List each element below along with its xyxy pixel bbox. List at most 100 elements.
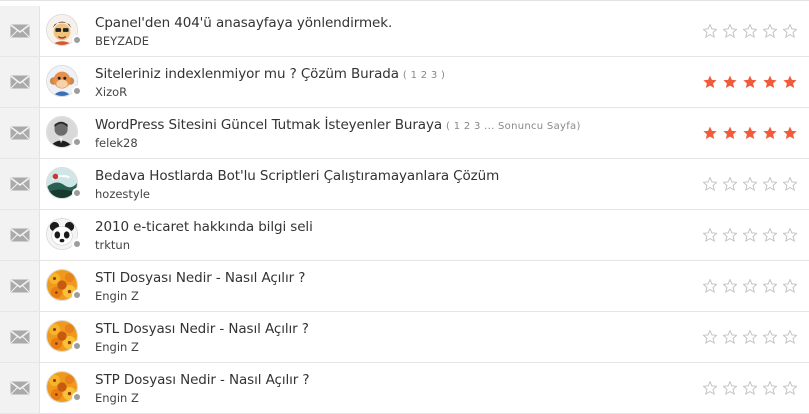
- thread-author-link[interactable]: hozestyle: [95, 187, 150, 201]
- thread-title-link[interactable]: STL Dosyası Nedir - Nasıl Açılır ?: [95, 321, 309, 337]
- thread-rating: [703, 226, 797, 244]
- avatar[interactable]: [46, 371, 82, 405]
- thread-icon-cell: [0, 6, 40, 56]
- star-empty-icon: [783, 381, 797, 395]
- offline-status-dot: [72, 392, 82, 402]
- thread-author-link[interactable]: Engin Z: [95, 340, 139, 354]
- thread-title-line: Cpanel'den 404'ü anasayfaya yönlendirmek…: [95, 12, 392, 31]
- star-empty-icon: [723, 228, 737, 242]
- thread-row: 2010 e-ticaret hakkında bilgi seli trktun: [0, 210, 809, 261]
- star-empty-icon: [703, 279, 717, 293]
- thread-row: STP Dosyası Nedir - Nasıl Açılır ? Engin …: [0, 363, 809, 414]
- star-filled-icon: [743, 75, 757, 89]
- thread-title-line: STI Dosyası Nedir - Nasıl Açılır ?: [95, 267, 305, 286]
- thread-pages-links[interactable]: ( 1 2 3 ... Sonuncu Sayfa): [446, 121, 581, 132]
- thread-title-link[interactable]: Cpanel'den 404'ü anasayfaya yönlendirmek…: [95, 15, 392, 31]
- star-empty-icon: [743, 228, 757, 242]
- offline-status-dot: [72, 239, 82, 249]
- thread-row: Cpanel'den 404'ü anasayfaya yönlendirmek…: [0, 6, 809, 57]
- star-filled-icon: [723, 75, 737, 89]
- star-empty-icon: [783, 330, 797, 344]
- avatar[interactable]: [46, 320, 82, 354]
- star-empty-icon: [743, 330, 757, 344]
- thread-author-link[interactable]: BEYZADE: [95, 34, 149, 48]
- star-empty-icon: [783, 228, 797, 242]
- offline-status-dot: [72, 35, 82, 45]
- star-empty-icon: [763, 177, 777, 191]
- star-empty-icon: [703, 24, 717, 38]
- envelope-icon: [10, 381, 30, 395]
- star-empty-icon: [763, 381, 777, 395]
- star-empty-icon: [703, 177, 717, 191]
- star-empty-icon: [723, 279, 737, 293]
- thread-title-link[interactable]: Bedava Hostlarda Bot'lu Scriptleri Çalış…: [95, 168, 499, 184]
- envelope-icon: [10, 126, 30, 140]
- thread-title-link[interactable]: Siteleriniz indexlenmiyor mu ? Çözüm Bur…: [95, 66, 399, 82]
- thread-pages-links[interactable]: ( 1 2 3 ): [403, 70, 445, 81]
- thread-rating: [703, 277, 797, 295]
- envelope-icon: [10, 177, 30, 191]
- thread-row: STI Dosyası Nedir - Nasıl Açılır ? Engin …: [0, 261, 809, 312]
- star-empty-icon: [703, 228, 717, 242]
- star-filled-icon: [763, 75, 777, 89]
- avatar[interactable]: [46, 167, 82, 201]
- star-filled-icon: [783, 126, 797, 140]
- star-empty-icon: [743, 177, 757, 191]
- thread-title-link[interactable]: 2010 e-ticaret hakkında bilgi seli: [95, 219, 313, 235]
- thread-rating: [703, 175, 797, 193]
- star-empty-icon: [743, 381, 757, 395]
- thread-icon-cell: [0, 159, 40, 209]
- thread-title-link[interactable]: STI Dosyası Nedir - Nasıl Açılır ?: [95, 270, 305, 286]
- thread-title-line: STL Dosyası Nedir - Nasıl Açılır ?: [95, 318, 309, 337]
- thread-row: WordPress Sitesini Güncel Tutmak İsteyen…: [0, 108, 809, 159]
- thread-title-line: WordPress Sitesini Güncel Tutmak İsteyen…: [95, 114, 581, 133]
- star-empty-icon: [783, 177, 797, 191]
- thread-author-link[interactable]: XizoR: [95, 85, 127, 99]
- thread-icon-cell: [0, 57, 40, 107]
- thread-author-link[interactable]: felek28: [95, 136, 138, 150]
- envelope-icon: [10, 75, 30, 89]
- avatar[interactable]: [46, 65, 82, 99]
- star-empty-icon: [743, 279, 757, 293]
- envelope-icon: [10, 228, 30, 242]
- star-filled-icon: [703, 75, 717, 89]
- thread-icon-cell: [0, 210, 40, 260]
- thread-title-line: Bedava Hostlarda Bot'lu Scriptleri Çalış…: [95, 165, 499, 184]
- envelope-icon: [10, 279, 30, 293]
- star-filled-icon: [763, 126, 777, 140]
- thread-author-link[interactable]: Engin Z: [95, 391, 139, 405]
- star-filled-icon: [723, 126, 737, 140]
- thread-rating: [703, 22, 797, 40]
- thread-title-line: Siteleriniz indexlenmiyor mu ? Çözüm Bur…: [95, 63, 445, 82]
- avatar[interactable]: [46, 14, 82, 48]
- thread-icon-cell: [0, 312, 40, 362]
- envelope-icon: [10, 330, 30, 344]
- star-filled-icon: [783, 75, 797, 89]
- thread-icon-cell: [0, 363, 40, 413]
- thread-row: STL Dosyası Nedir - Nasıl Açılır ? Engin …: [0, 312, 809, 363]
- thread-title-line: STP Dosyası Nedir - Nasıl Açılır ?: [95, 369, 310, 388]
- thread-rating: [703, 124, 797, 142]
- thread-title-link[interactable]: WordPress Sitesini Güncel Tutmak İsteyen…: [95, 117, 442, 133]
- avatar[interactable]: [46, 116, 82, 150]
- thread-title-link[interactable]: STP Dosyası Nedir - Nasıl Açılır ?: [95, 372, 310, 388]
- star-empty-icon: [743, 24, 757, 38]
- thread-title-line: 2010 e-ticaret hakkında bilgi seli: [95, 216, 313, 235]
- thread-row: Bedava Hostlarda Bot'lu Scriptleri Çalış…: [0, 159, 809, 210]
- offline-status-dot: [72, 86, 82, 96]
- star-empty-icon: [703, 330, 717, 344]
- thread-rating: [703, 73, 797, 91]
- avatar[interactable]: [46, 269, 82, 303]
- star-filled-icon: [743, 126, 757, 140]
- thread-rating: [703, 379, 797, 397]
- thread-author-link[interactable]: Engin Z: [95, 289, 139, 303]
- thread-list: Cpanel'den 404'ü anasayfaya yönlendirmek…: [0, 0, 809, 414]
- avatar[interactable]: [46, 218, 82, 252]
- star-empty-icon: [703, 381, 717, 395]
- thread-rating: [703, 328, 797, 346]
- thread-author-link[interactable]: trktun: [95, 238, 130, 252]
- star-empty-icon: [763, 279, 777, 293]
- offline-status-dot: [72, 188, 82, 198]
- star-empty-icon: [783, 279, 797, 293]
- offline-status-dot: [72, 290, 82, 300]
